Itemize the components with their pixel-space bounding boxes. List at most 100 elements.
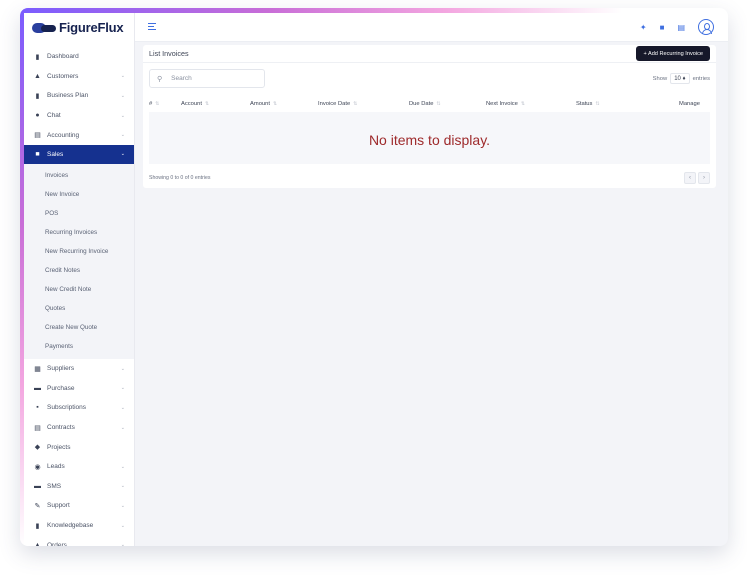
knowledgebase-icon: ▮ <box>35 522 40 530</box>
invoices-card: List Invoices + Add Recurring Invoice ⚲ … <box>143 45 716 188</box>
sidebar-item-accounting[interactable]: ▤ Accounting ⌄ <box>24 125 134 145</box>
sidebar-item-purchase[interactable]: ▬ Purchase ⌄ <box>24 379 134 399</box>
submenu-item-new-invoice[interactable]: New Invoice <box>24 185 134 204</box>
page-size-control: Show 10 ♦ entries <box>653 73 710 84</box>
submenu-item-quotes[interactable]: Quotes <box>24 299 134 318</box>
table-body: No items to display. <box>149 112 710 164</box>
sidebar-item-knowledgebase[interactable]: ▮ Knowledgebase ⌄ <box>24 516 134 536</box>
sidebar-item-sales[interactable]: ■ Sales ⌄ <box>24 144 134 164</box>
chevron-down-icon: ⌄ <box>120 151 125 158</box>
card-title: List Invoices <box>149 49 189 58</box>
prev-page-button[interactable]: ‹ <box>684 172 696 184</box>
chevron-down-icon: ⌄ <box>120 73 125 80</box>
chevron-down-icon: ⌄ <box>120 365 125 372</box>
column-header-label: Next Invoice <box>486 101 518 107</box>
folder-icon[interactable]: ■ <box>660 23 665 32</box>
sidebar-item-leads[interactable]: ◉ Leads ⌄ <box>24 457 134 477</box>
entries-select[interactable]: 10 ♦ <box>670 73 690 84</box>
column-header-label: Due Date <box>409 101 434 107</box>
search-placeholder: Search <box>171 75 192 82</box>
column-header-index[interactable]: # ⇅ <box>149 101 159 107</box>
sort-icon: ⇅ <box>520 101 526 107</box>
column-header-next-invoice[interactable]: Next Invoice ⇅ <box>486 101 525 107</box>
sidebar-item-dashboard[interactable]: ▮ Dashboard <box>24 47 134 67</box>
sidebar-item-contracts[interactable]: ▤ Contracts ⌄ <box>24 418 134 438</box>
sidebar-item-label: Dashboard <box>47 53 79 61</box>
add-recurring-invoice-button[interactable]: + Add Recurring Invoice <box>636 46 710 61</box>
top-header: ✦ ■ ▤ <box>135 13 728 42</box>
submenu-item-recurring-invoices[interactable]: Recurring Invoices <box>24 223 134 242</box>
sidebar-item-sms[interactable]: ▬ SMS ⌄ <box>24 477 134 497</box>
sidebar-item-label: Support <box>47 502 70 510</box>
support-icon: ✎ <box>34 502 41 510</box>
sort-icon: ⇅ <box>595 101 600 107</box>
show-label: Show <box>652 75 668 82</box>
submenu-item-new-credit-note[interactable]: New Credit Note <box>24 280 134 299</box>
document-icon[interactable]: ▤ <box>677 23 685 32</box>
sparkle-icon[interactable]: ✦ <box>640 23 647 32</box>
column-header-manage[interactable]: Manage <box>679 101 700 107</box>
chevron-down-icon: ⌄ <box>120 522 125 529</box>
user-icon: ▲ <box>34 72 41 80</box>
sidebar-item-label: SMS <box>47 482 62 490</box>
brand[interactable]: FigureFlux <box>24 13 134 42</box>
calculator-icon: ▤ <box>34 132 41 140</box>
sidebar-item-label: Business Plan <box>47 92 89 100</box>
search-input[interactable]: ⚲ Search <box>149 69 265 88</box>
sidebar-item-orders[interactable]: ▲ Orders ⌄ <box>24 535 134 546</box>
column-header-status[interactable]: Status ⇅ <box>576 101 600 107</box>
suppliers-icon: ▦ <box>34 365 41 373</box>
orders-icon: ▲ <box>34 541 41 546</box>
sidebar-item-label: Subscriptions <box>47 404 87 412</box>
sidebar-item-customers[interactable]: ▲ Customers ⌄ <box>24 67 134 87</box>
sidebar-item-support[interactable]: ✎ Support ⌄ <box>24 496 134 516</box>
column-header-amount[interactable]: Amount ⇅ <box>250 101 277 107</box>
header-actions: ✦ ■ ▤ <box>640 19 714 35</box>
submenu-item-create-new-quote[interactable]: Create New Quote <box>24 318 134 337</box>
business-plan-icon: ▮ <box>35 92 40 100</box>
chevron-down-icon: ⌄ <box>120 542 125 546</box>
sidebar-item-label: Leads <box>47 463 65 471</box>
sort-icon: ⇅ <box>155 101 160 107</box>
sidebar-item-label: Contracts <box>47 424 75 432</box>
menu-toggle-icon[interactable] <box>148 23 156 31</box>
column-header-label: Manage <box>679 101 700 107</box>
table-header: # ⇅ Account ⇅ Amount ⇅ Invoice Date ⇅ Due Date ⇅ N… <box>149 97 710 112</box>
submenu-item-pos[interactable]: POS <box>24 204 134 223</box>
submenu-item-credit-notes[interactable]: Credit Notes <box>24 261 134 280</box>
sort-icon: ⇅ <box>353 101 358 107</box>
sms-icon: ▬ <box>34 482 41 490</box>
chevron-down-icon: ⌄ <box>120 463 125 470</box>
divider <box>143 62 716 63</box>
sidebar-item-label: Sales <box>47 150 64 158</box>
sidebar-item-label: Accounting <box>47 131 80 139</box>
purchase-icon: ▬ <box>34 384 41 392</box>
bar-chart-icon: ▮ <box>35 53 40 61</box>
sales-icon: ■ <box>35 150 40 158</box>
contracts-icon: ▤ <box>34 424 41 432</box>
column-header-invoice-date[interactable]: Invoice Date ⇅ <box>318 101 357 107</box>
column-header-label: Status <box>576 101 593 107</box>
sales-submenu: Invoices New Invoice POS Recurring Invoices… <box>24 163 134 359</box>
sidebar-item-subscriptions[interactable]: ▪ Subscriptions ⌄ <box>24 398 134 418</box>
sidebar-item-suppliers[interactable]: ▦ Suppliers ⌄ <box>24 359 134 379</box>
entries-info: Showing 0 to 0 of 0 entries <box>149 175 211 181</box>
chevron-down-icon: ⌄ <box>120 483 125 490</box>
pagination: ‹ › <box>684 172 710 184</box>
sidebar-item-chat[interactable]: ● Chat ⌄ <box>24 106 134 126</box>
chevron-down-icon: ⌄ <box>120 424 125 431</box>
submenu-item-invoices[interactable]: Invoices <box>24 166 134 185</box>
sidebar-item-projects[interactable]: ◆ Projects <box>24 437 134 457</box>
sidebar-item-label: Chat <box>47 112 61 120</box>
column-header-due-date[interactable]: Due Date ⇅ <box>409 101 441 107</box>
sidebar-item-business-plan[interactable]: ▮ Business Plan ⌄ <box>24 86 134 106</box>
submenu-item-payments[interactable]: Payments <box>24 337 134 356</box>
chevron-down-icon: ⌄ <box>120 92 125 99</box>
cloud-logo-icon <box>32 22 56 33</box>
column-header-label: Invoice Date <box>318 101 351 107</box>
user-avatar-icon[interactable] <box>698 19 714 35</box>
column-header-account[interactable]: Account ⇅ <box>181 101 209 107</box>
next-page-button[interactable]: › <box>698 172 710 184</box>
sort-icon: ⇅ <box>272 101 278 107</box>
submenu-item-new-recurring-invoice[interactable]: New Recurring Invoice <box>24 242 134 261</box>
